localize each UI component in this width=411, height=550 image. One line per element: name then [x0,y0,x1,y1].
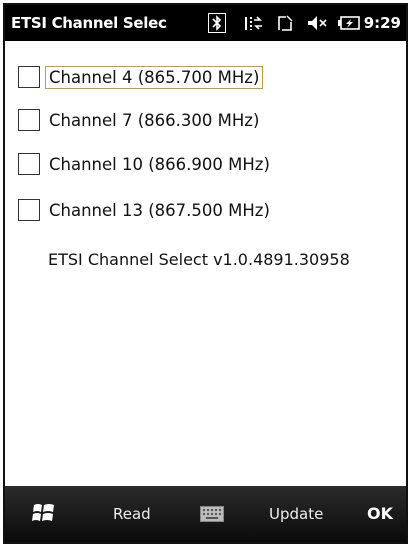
checkbox[interactable] [18,66,40,88]
clock: 9:29 [363,14,401,32]
version-label: ETSI Channel Select v1.0.4891.30958 [48,250,350,269]
status-icons: 9:29 [207,13,401,33]
channel-list: Channel 4 (865.700 MHz) Channel 7 (866.3… [5,41,406,486]
app-window: ETSI Channel Selec 9:29 Channel 4 (865.7… [3,3,408,544]
volume-muted-icon[interactable] [306,13,328,33]
channel-label[interactable]: Channel 7 (866.300 MHz) [45,109,263,132]
read-softkey[interactable]: Read [113,505,151,523]
battery-charging-icon[interactable] [337,16,360,30]
soft-key-bar: Read Update OK [5,486,406,542]
channel-option-7[interactable]: Channel 7 (866.300 MHz) [18,106,263,134]
app-title: ETSI Channel Selec [11,14,167,32]
channel-option-10[interactable]: Channel 10 (866.900 MHz) [18,150,274,178]
channel-label[interactable]: Channel 10 (866.900 MHz) [45,153,274,176]
channel-option-4[interactable]: Channel 4 (865.700 MHz) [18,63,264,91]
signal-off-icon[interactable] [276,13,294,33]
checkbox[interactable] [18,153,40,175]
bluetooth-icon[interactable] [207,13,226,33]
checkbox[interactable] [18,109,40,131]
update-softkey[interactable]: Update [269,505,323,523]
channel-label[interactable]: Channel 13 (867.500 MHz) [45,199,274,222]
channel-label[interactable]: Channel 4 (865.700 MHz) [45,65,264,89]
windows-start-icon[interactable] [31,500,57,526]
channel-option-13[interactable]: Channel 13 (867.500 MHz) [18,196,274,224]
title-bar: ETSI Channel Selec 9:29 [5,5,406,41]
ok-button[interactable]: OK [367,504,393,523]
keyboard-icon[interactable] [200,506,224,522]
checkbox[interactable] [18,199,40,221]
network-sync-icon[interactable] [242,13,264,33]
